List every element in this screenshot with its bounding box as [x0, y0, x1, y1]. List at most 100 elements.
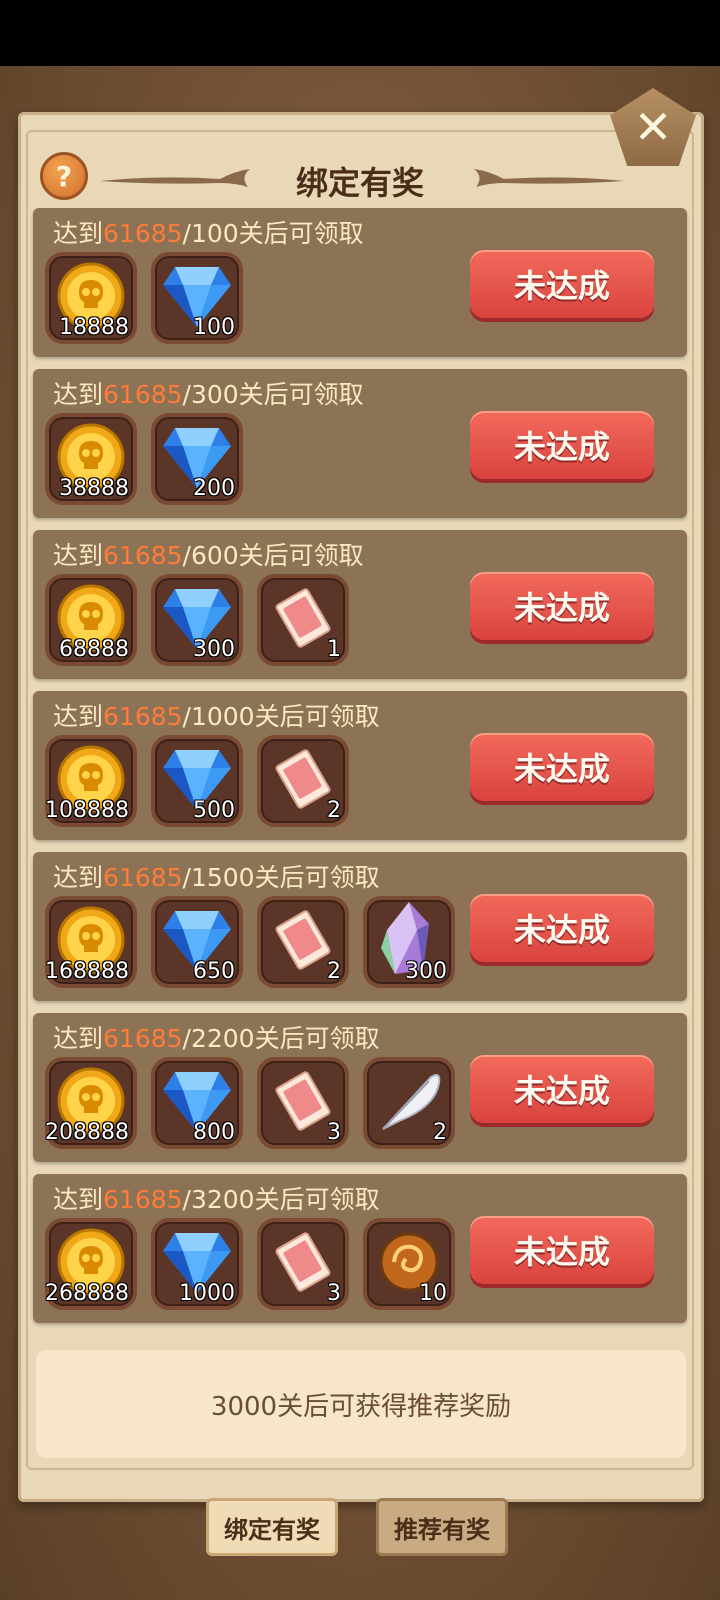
ticket-icon [271, 586, 335, 654]
item-count: 2 [327, 798, 341, 823]
reward-item[interactable]: 108888 [45, 735, 137, 827]
reward-item[interactable]: 650 [151, 896, 243, 988]
item-count: 18888 [59, 315, 129, 340]
reward-row: 达到61685/600关后可领取 68888 300 1 未达成 [33, 530, 687, 679]
reward-requirement: 达到61685/1000关后可领取 [53, 697, 380, 733]
reward-item[interactable]: 18888 [45, 252, 137, 344]
reward-item[interactable]: 3 [257, 1218, 349, 1310]
reward-item[interactable]: 208888 [45, 1057, 137, 1149]
ticket-icon [271, 1230, 335, 1298]
item-count: 300 [405, 959, 447, 984]
reward-item[interactable]: 100 [151, 252, 243, 344]
reward-items: 18888 100 [45, 252, 243, 344]
title-flourish-right-icon [474, 169, 624, 187]
claim-button[interactable]: 未达成 [470, 894, 654, 962]
reward-item[interactable]: 300 [151, 574, 243, 666]
reward-requirement: 达到61685/2200关后可领取 [53, 1019, 380, 1055]
requirement-prefix: 达到 [53, 219, 104, 248]
requirement-prefix: 达到 [53, 702, 104, 731]
item-count: 1 [327, 637, 341, 662]
requirement-prefix: 达到 [53, 541, 104, 570]
current-level: 61685 [103, 1185, 183, 1214]
reward-row: 达到61685/2200关后可领取 208888 800 3 2 未达成 [33, 1013, 687, 1162]
reward-item[interactable]: 38888 [45, 413, 137, 505]
item-count: 650 [193, 959, 235, 984]
target-level: /600关后可领取 [182, 541, 364, 570]
reward-item[interactable]: 1 [257, 574, 349, 666]
reward-item[interactable]: 2 [257, 896, 349, 988]
current-level: 61685 [103, 380, 183, 409]
requirement-prefix: 达到 [53, 380, 104, 409]
claim-button[interactable]: 未达成 [470, 250, 654, 318]
target-level: /100关后可领取 [182, 219, 364, 248]
reward-item[interactable]: 500 [151, 735, 243, 827]
current-level: 61685 [103, 541, 183, 570]
reward-requirement: 达到61685/1500关后可领取 [53, 858, 380, 894]
requirement-prefix: 达到 [53, 1024, 104, 1053]
ticket-icon [271, 1069, 335, 1137]
item-count: 108888 [45, 798, 129, 823]
target-level: /2200关后可领取 [182, 1024, 380, 1053]
reward-requirement: 达到61685/600关后可领取 [53, 536, 364, 572]
reward-item[interactable]: 2 [257, 735, 349, 827]
item-count: 100 [193, 315, 235, 340]
reward-row: 达到61685/100关后可领取 18888 100 未达成 [33, 208, 687, 357]
reward-items: 68888 300 1 [45, 574, 349, 666]
reward-items: 38888 200 [45, 413, 243, 505]
reward-item[interactable]: 168888 [45, 896, 137, 988]
reward-item[interactable]: 200 [151, 413, 243, 505]
item-count: 1000 [179, 1281, 235, 1306]
item-count: 800 [193, 1120, 235, 1145]
reward-item[interactable]: 3 [257, 1057, 349, 1149]
item-count: 168888 [45, 959, 129, 984]
reward-items: 168888 650 2 300 [45, 896, 455, 988]
reward-requirement: 达到61685/300关后可领取 [53, 375, 364, 411]
current-level: 61685 [103, 219, 183, 248]
ticket-icon [271, 908, 335, 976]
item-count: 10 [419, 1281, 447, 1306]
claim-button[interactable]: 未达成 [470, 1055, 654, 1123]
reward-items: 268888 1000 3 10 [45, 1218, 455, 1310]
target-level: /1000关后可领取 [182, 702, 380, 731]
current-level: 61685 [103, 863, 183, 892]
item-count: 208888 [45, 1120, 129, 1145]
reward-item[interactable]: 300 [363, 896, 455, 988]
current-level: 61685 [103, 702, 183, 731]
reward-row: 达到61685/1000关后可领取 108888 500 2 未达成 [33, 691, 687, 840]
item-count: 68888 [59, 637, 129, 662]
item-count: 2 [327, 959, 341, 984]
reward-item[interactable]: 10 [363, 1218, 455, 1310]
claim-button[interactable]: 未达成 [470, 572, 654, 640]
reward-row: 达到61685/3200关后可领取 268888 1000 3 10 未达成 [33, 1174, 687, 1323]
reward-row: 达到61685/300关后可领取 38888 200 未达成 [33, 369, 687, 518]
reward-item[interactable]: 800 [151, 1057, 243, 1149]
reward-item[interactable]: 68888 [45, 574, 137, 666]
tab-bind-reward[interactable]: 绑定有奖 [206, 1498, 338, 1556]
item-count: 200 [193, 476, 235, 501]
claim-button[interactable]: 未达成 [470, 1216, 654, 1284]
reward-items: 208888 800 3 2 [45, 1057, 455, 1149]
reward-requirement: 达到61685/100关后可领取 [53, 214, 364, 250]
reward-items: 108888 500 2 [45, 735, 349, 827]
reward-item[interactable]: 1000 [151, 1218, 243, 1310]
current-level: 61685 [103, 1024, 183, 1053]
ticket-icon [271, 747, 335, 815]
reward-item[interactable]: 268888 [45, 1218, 137, 1310]
recommend-reward-note: 3000关后可获得推荐奖励 [36, 1350, 686, 1458]
target-level: /3200关后可领取 [182, 1185, 380, 1214]
claim-button[interactable]: 未达成 [470, 411, 654, 479]
reward-row: 达到61685/1500关后可领取 168888 650 2 300 未达成 [33, 852, 687, 1001]
reward-requirement: 达到61685/3200关后可领取 [53, 1180, 380, 1216]
reward-item[interactable]: 2 [363, 1057, 455, 1149]
item-count: 38888 [59, 476, 129, 501]
item-count: 300 [193, 637, 235, 662]
item-count: 3 [327, 1120, 341, 1145]
claim-button[interactable]: 未达成 [470, 733, 654, 801]
item-count: 500 [193, 798, 235, 823]
target-level: /1500关后可领取 [182, 863, 380, 892]
target-level: /300关后可领取 [182, 380, 364, 409]
item-count: 268888 [45, 1281, 129, 1306]
item-count: 3 [327, 1281, 341, 1306]
tab-recommend-reward[interactable]: 推荐有奖 [376, 1498, 508, 1556]
status-bar [0, 0, 720, 66]
